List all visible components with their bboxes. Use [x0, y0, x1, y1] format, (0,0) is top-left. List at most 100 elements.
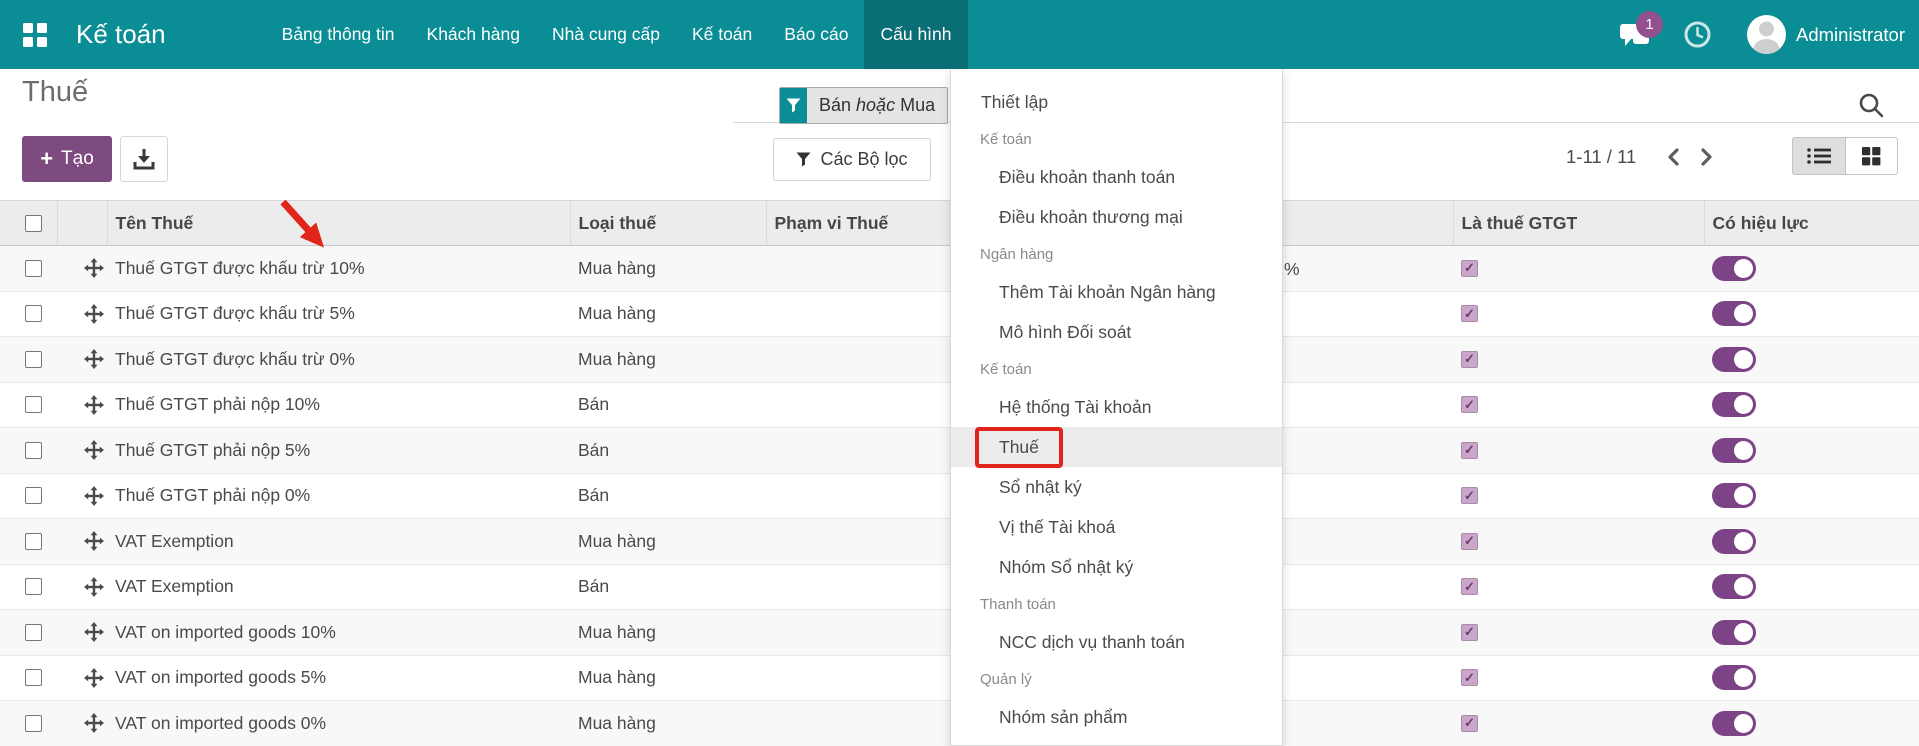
row-checkbox[interactable]	[25, 624, 42, 641]
row-checkbox[interactable]	[25, 260, 42, 277]
drag-handle[interactable]	[84, 258, 104, 278]
select-all-checkbox[interactable]	[25, 215, 42, 232]
create-button[interactable]: + Tạo	[22, 136, 112, 182]
vat-checkbox[interactable]: ✓	[1461, 669, 1478, 686]
drag-handle[interactable]	[84, 304, 104, 324]
avatar[interactable]	[1747, 15, 1786, 54]
nav-item-khach-hang[interactable]: Khách hàng	[411, 0, 536, 69]
row-checkbox[interactable]	[25, 715, 42, 732]
nav-item-bao-cao[interactable]: Báo cáo	[768, 0, 864, 69]
drag-handle[interactable]	[84, 577, 104, 597]
drag-handle[interactable]	[84, 713, 104, 733]
active-toggle[interactable]	[1712, 620, 1756, 645]
active-toggle[interactable]	[1712, 529, 1756, 554]
drag-handle[interactable]	[84, 531, 104, 551]
row-checkbox[interactable]	[25, 487, 42, 504]
menu-item-so-nhat-ky[interactable]: Sổ nhật ký	[951, 467, 1282, 507]
menu-item-ncc-dich-vu-thanh-toan[interactable]: NCC dịch vụ thanh toán	[951, 622, 1282, 662]
column-header-tax-type[interactable]: Loại thuế	[570, 201, 766, 246]
nav-item-bang-thong-tin[interactable]: Bảng thông tin	[266, 0, 411, 69]
tax-type-cell[interactable]: Bán	[570, 564, 766, 610]
vat-checkbox[interactable]: ✓	[1461, 715, 1478, 732]
menu-item-vi-the-tai-khoa[interactable]: Vị thế Tài khoá	[951, 507, 1282, 547]
vat-checkbox[interactable]: ✓	[1461, 351, 1478, 368]
row-checkbox[interactable]	[25, 351, 42, 368]
tax-name-cell[interactable]: VAT on imported goods 5%	[107, 655, 570, 701]
menu-item-nhom-so-nhat-ky[interactable]: Nhóm Sổ nhật ký	[951, 547, 1282, 587]
nav-item-cau-hinh[interactable]: Cấu hình	[864, 0, 967, 69]
vat-checkbox[interactable]: ✓	[1461, 442, 1478, 459]
apps-grid-icon[interactable]	[23, 23, 47, 47]
active-toggle[interactable]	[1712, 438, 1756, 463]
row-checkbox[interactable]	[25, 305, 42, 322]
tax-type-cell[interactable]: Mua hàng	[570, 246, 766, 292]
menu-item-thiet-lap[interactable]: Thiết lập	[951, 82, 1282, 122]
nav-item-ke-toan[interactable]: Kế toán	[676, 0, 768, 69]
messages-button[interactable]: 1	[1619, 20, 1650, 50]
export-button[interactable]	[120, 136, 168, 182]
search-facet[interactable]: Bán hoặc Mua	[779, 87, 948, 124]
menu-item-dieu-khoan-thuong-mai[interactable]: Điều khoản thương mại	[951, 197, 1282, 237]
column-header-is-vat[interactable]: Là thuế GTGT	[1453, 201, 1704, 246]
row-checkbox[interactable]	[25, 442, 42, 459]
vat-checkbox[interactable]: ✓	[1461, 260, 1478, 277]
active-toggle[interactable]	[1712, 665, 1756, 690]
tax-name-cell[interactable]: Thuế GTGT được khấu trừ 10%	[107, 246, 570, 292]
vat-checkbox[interactable]: ✓	[1461, 578, 1478, 595]
menu-item-nhom-san-pham[interactable]: Nhóm sản phẩm	[951, 697, 1282, 737]
vat-checkbox[interactable]: ✓	[1461, 533, 1478, 550]
tax-type-cell[interactable]: Mua hàng	[570, 337, 766, 383]
row-checkbox[interactable]	[25, 669, 42, 686]
menu-item-dieu-khoan-thanh-toan[interactable]: Điều khoản thanh toán	[951, 157, 1282, 197]
active-toggle[interactable]	[1712, 347, 1756, 372]
vat-checkbox[interactable]: ✓	[1461, 487, 1478, 504]
pager-previous-button[interactable]	[1656, 140, 1690, 174]
tax-name-cell[interactable]: Thuế GTGT được khấu trừ 0%	[107, 337, 570, 383]
tax-type-cell[interactable]: Bán	[570, 428, 766, 474]
active-toggle[interactable]	[1712, 574, 1756, 599]
vat-checkbox[interactable]: ✓	[1461, 624, 1478, 641]
tax-type-cell[interactable]: Mua hàng	[570, 701, 766, 746]
menu-item-mo-hinh-doi-soat[interactable]: Mô hình Đối soát	[951, 312, 1282, 352]
active-toggle[interactable]	[1712, 711, 1756, 736]
list-view-button[interactable]	[1792, 137, 1845, 175]
tax-name-cell[interactable]: Thuế GTGT được khấu trừ 5%	[107, 291, 570, 337]
activities-button[interactable]	[1684, 21, 1711, 48]
column-header-active[interactable]: Có hiệu lực	[1704, 201, 1919, 246]
row-checkbox[interactable]	[25, 396, 42, 413]
tax-name-cell[interactable]: Thuế GTGT phải nộp 5%	[107, 428, 570, 474]
tax-type-cell[interactable]: Mua hàng	[570, 519, 766, 565]
tax-name-cell[interactable]: VAT Exemption	[107, 519, 570, 565]
column-header-tax-name[interactable]: Tên Thuế	[107, 201, 570, 246]
tax-name-cell[interactable]: VAT on imported goods 0%	[107, 701, 570, 746]
tax-type-cell[interactable]: Mua hàng	[570, 655, 766, 701]
select-all-header[interactable]	[0, 201, 57, 246]
drag-handle[interactable]	[84, 668, 104, 688]
drag-handle[interactable]	[84, 440, 104, 460]
menu-item-he-thong-tai-khoan[interactable]: Hệ thống Tài khoản	[951, 387, 1282, 427]
tax-type-cell[interactable]: Bán	[570, 382, 766, 428]
row-checkbox[interactable]	[25, 578, 42, 595]
user-menu[interactable]: Administrator	[1796, 24, 1905, 46]
active-toggle[interactable]	[1712, 392, 1756, 417]
app-brand[interactable]: Kế toán	[76, 19, 166, 50]
tax-name-cell[interactable]: Thuế GTGT phải nộp 10%	[107, 382, 570, 428]
drag-handle[interactable]	[84, 486, 104, 506]
kanban-view-button[interactable]	[1845, 137, 1898, 175]
tax-type-cell[interactable]: Mua hàng	[570, 291, 766, 337]
drag-handle[interactable]	[84, 395, 104, 415]
drag-handle[interactable]	[84, 622, 104, 642]
tax-type-cell[interactable]: Mua hàng	[570, 610, 766, 656]
menu-item-them-tai-khoan-ngan-hang[interactable]: Thêm Tài khoản Ngân hàng	[951, 272, 1282, 312]
filters-button[interactable]: Các Bộ lọc	[773, 138, 931, 181]
nav-item-nha-cung-cap[interactable]: Nhà cung cấp	[536, 0, 676, 69]
tax-name-cell[interactable]: Thuế GTGT phải nộp 0%	[107, 473, 570, 519]
active-toggle[interactable]	[1712, 301, 1756, 326]
menu-item-thue[interactable]: Thuế	[951, 427, 1282, 467]
active-toggle[interactable]	[1712, 256, 1756, 281]
tax-name-cell[interactable]: VAT Exemption	[107, 564, 570, 610]
drag-handle[interactable]	[84, 349, 104, 369]
vat-checkbox[interactable]: ✓	[1461, 305, 1478, 322]
row-checkbox[interactable]	[25, 533, 42, 550]
active-toggle[interactable]	[1712, 483, 1756, 508]
